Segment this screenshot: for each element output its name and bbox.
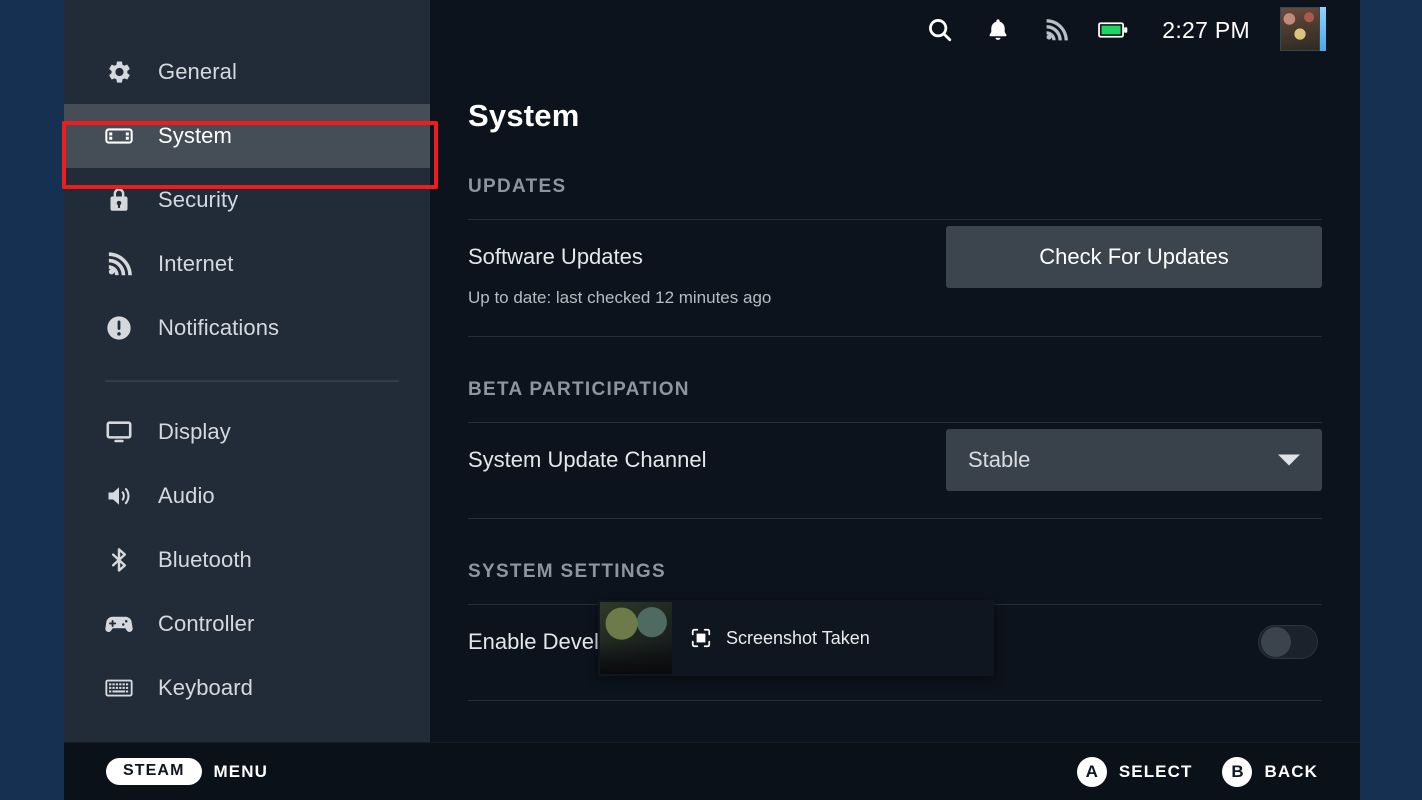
gear-icon <box>102 55 136 89</box>
status-bar: 2:27 PM <box>430 0 1360 60</box>
frame-right-edge <box>1360 0 1422 800</box>
sidebar-item-label: Keyboard <box>158 675 253 700</box>
exclamation-icon <box>102 311 136 345</box>
monitor-icon <box>102 415 136 449</box>
button-hints: A SELECT B BACK <box>1076 756 1318 787</box>
row-label: Software Updates <box>468 244 643 269</box>
bluetooth-icon <box>102 543 136 577</box>
dropdown-selected-value: Stable <box>968 447 1031 472</box>
sidebar-nav-list: General System Security Internet Notific… <box>64 0 430 720</box>
sidebar-item-label: Audio <box>158 483 215 508</box>
section-heading-beta-participation: BETA PARTICIPATION <box>468 379 690 400</box>
section-rule <box>468 518 1322 519</box>
battery-icon[interactable] <box>1098 14 1130 46</box>
check-for-updates-button[interactable]: Check For Updates <box>946 226 1322 288</box>
screenshot-icon <box>690 627 712 649</box>
select-label: SELECT <box>1118 761 1193 781</box>
gamepad-icon <box>102 607 136 641</box>
sidebar-item-audio[interactable]: Audio <box>64 464 430 528</box>
screenshot-toast-label: Screenshot Taken <box>726 627 870 648</box>
toggle-knob <box>1261 627 1291 657</box>
screenshot-toast: Screenshot Taken <box>598 600 994 676</box>
sidebar-item-label: Display <box>158 419 231 444</box>
section-heading-updates: UPDATES <box>468 176 567 197</box>
system-update-channel-dropdown[interactable]: Stable <box>946 429 1322 491</box>
sidebar-item-label: Bluetooth <box>158 547 252 572</box>
avatar[interactable] <box>1280 7 1326 53</box>
wifi-icon[interactable] <box>1040 14 1072 46</box>
search-icon[interactable] <box>924 14 956 46</box>
menu-label: MENU <box>213 761 268 781</box>
row-system-update-channel: System Update Channel Stable <box>468 423 1322 497</box>
sidebar-item-label: Notifications <box>158 315 280 340</box>
frame-left-edge <box>0 0 64 800</box>
row-software-updates: Software Updates Check For Updates <box>468 220 1322 294</box>
sidebar-item-label: Security <box>158 187 239 212</box>
back-label: BACK <box>1264 761 1318 781</box>
keyboard-icon <box>102 671 136 705</box>
clock-label: 2:27 PM <box>1162 16 1250 43</box>
sidebar-item-internet[interactable]: Internet <box>64 232 430 296</box>
sidebar-item-security[interactable]: Security <box>64 168 430 232</box>
sidebar-item-system[interactable]: System <box>64 104 430 168</box>
sidebar-divider <box>105 380 399 382</box>
sidebar-item-general[interactable]: General <box>64 40 430 104</box>
avatar-online-indicator <box>1320 7 1326 51</box>
select-hint[interactable]: A SELECT <box>1076 756 1193 787</box>
lock-icon <box>102 183 136 217</box>
sidebar-item-label: Controller <box>158 611 255 636</box>
section-rule <box>468 336 1322 337</box>
steam-button-pill: STEAM <box>106 758 202 785</box>
a-button-icon: A <box>1076 756 1107 787</box>
settings-sidebar: General System Security Internet Notific… <box>64 0 430 742</box>
enable-developer-mode-toggle[interactable] <box>1258 625 1318 659</box>
screenshot-thumbnail <box>600 602 672 674</box>
section-rule <box>468 700 1322 701</box>
sidebar-item-keyboard[interactable]: Keyboard <box>64 656 430 720</box>
bell-icon[interactable] <box>982 14 1014 46</box>
sidebar-item-notifications[interactable]: Notifications <box>64 296 430 360</box>
row-label: System Update Channel <box>468 447 707 472</box>
sidebar-item-label: General <box>158 59 237 84</box>
sidebar-item-label: Internet <box>158 251 234 276</box>
sidebar-item-display[interactable]: Display <box>64 400 430 464</box>
page-title: System <box>468 98 580 133</box>
sidebar-item-controller[interactable]: Controller <box>64 592 430 656</box>
section-heading-system-settings: SYSTEM SETTINGS <box>468 561 666 582</box>
app-shell: General System Security Internet Notific… <box>64 0 1360 800</box>
steam-menu-hint[interactable]: STEAM MENU <box>106 758 268 785</box>
speaker-icon <box>102 479 136 513</box>
wifi-icon <box>102 247 136 281</box>
screen-root: General System Security Internet Notific… <box>0 0 1422 800</box>
sidebar-item-label: System <box>158 123 232 148</box>
back-hint[interactable]: B BACK <box>1222 756 1318 787</box>
b-button-icon: B <box>1222 756 1253 787</box>
bottom-action-bar: STEAM MENU A SELECT B BACK <box>64 742 1360 800</box>
steamdeck-icon <box>102 119 136 153</box>
avatar-image <box>1280 7 1320 51</box>
chevron-down-icon <box>1278 454 1300 466</box>
sidebar-item-bluetooth[interactable]: Bluetooth <box>64 528 430 592</box>
